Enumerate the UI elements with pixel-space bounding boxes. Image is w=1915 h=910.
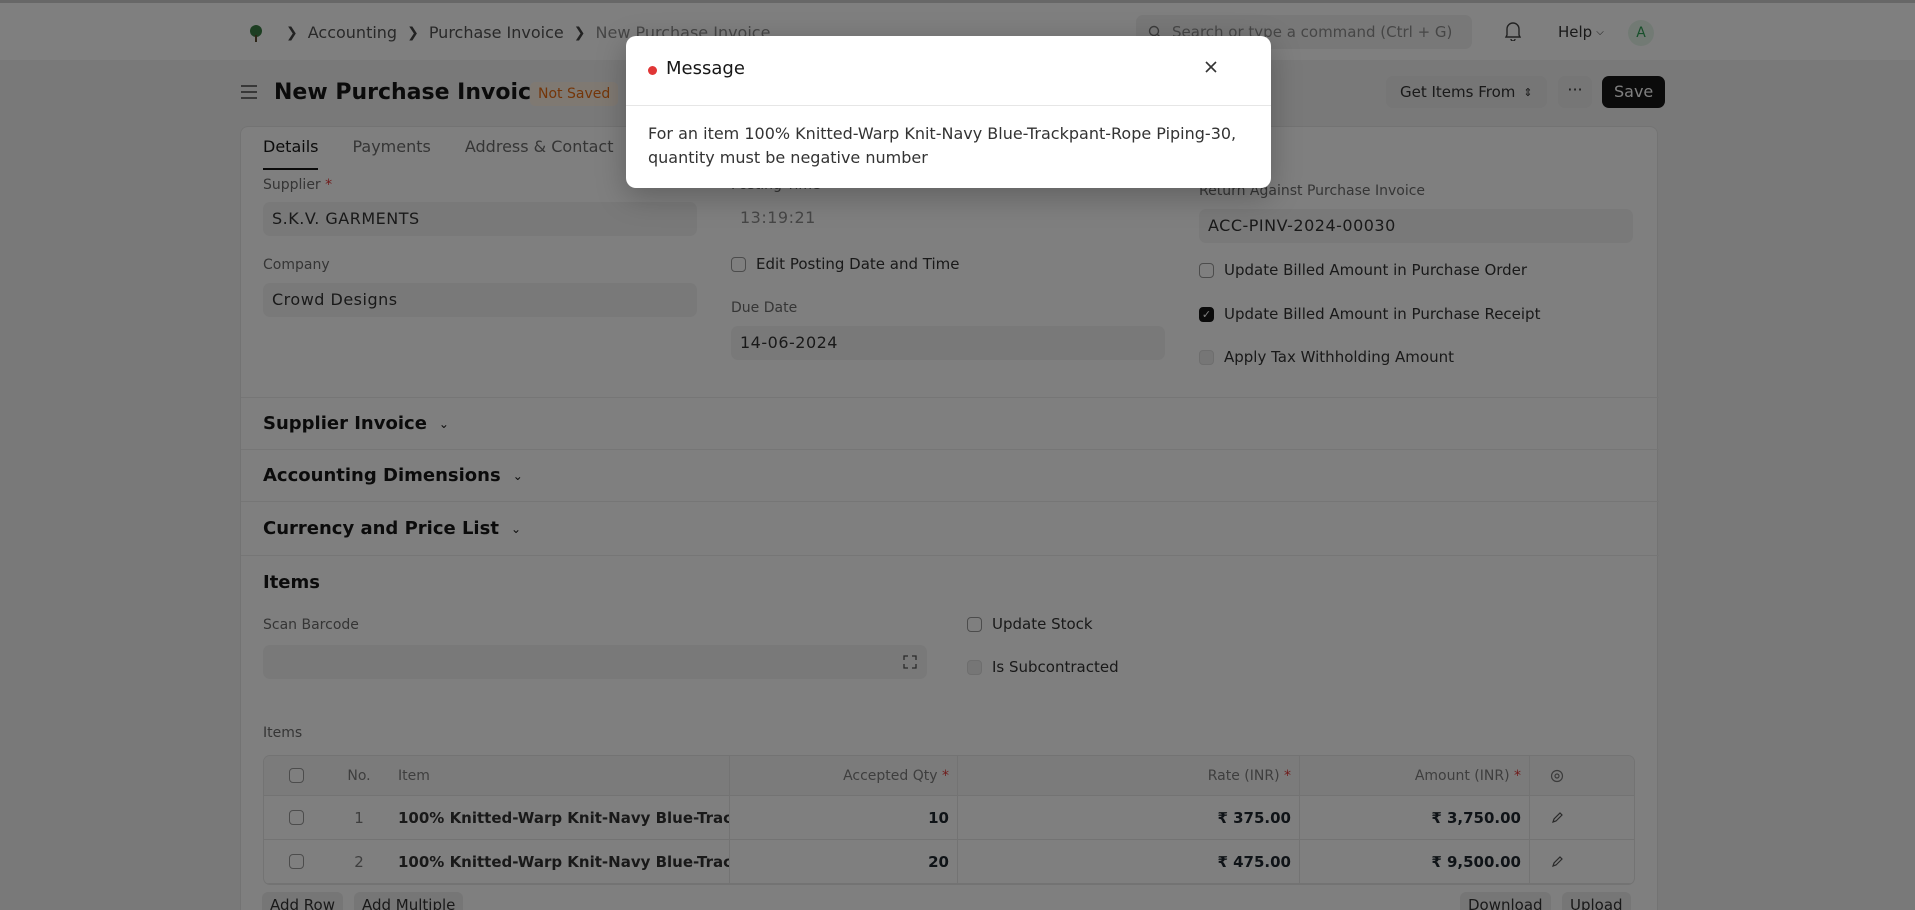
dialog-message: For an item 100% Knitted-Warp Knit-Navy … <box>648 124 1237 167</box>
indicator-dot <box>648 66 657 75</box>
dialog-title: Message <box>666 58 745 79</box>
message-dialog: Message For an item 100% Knitted-Warp Kn… <box>626 36 1271 188</box>
close-icon[interactable] <box>1194 50 1228 84</box>
dialog-header: Message <box>626 36 1271 106</box>
